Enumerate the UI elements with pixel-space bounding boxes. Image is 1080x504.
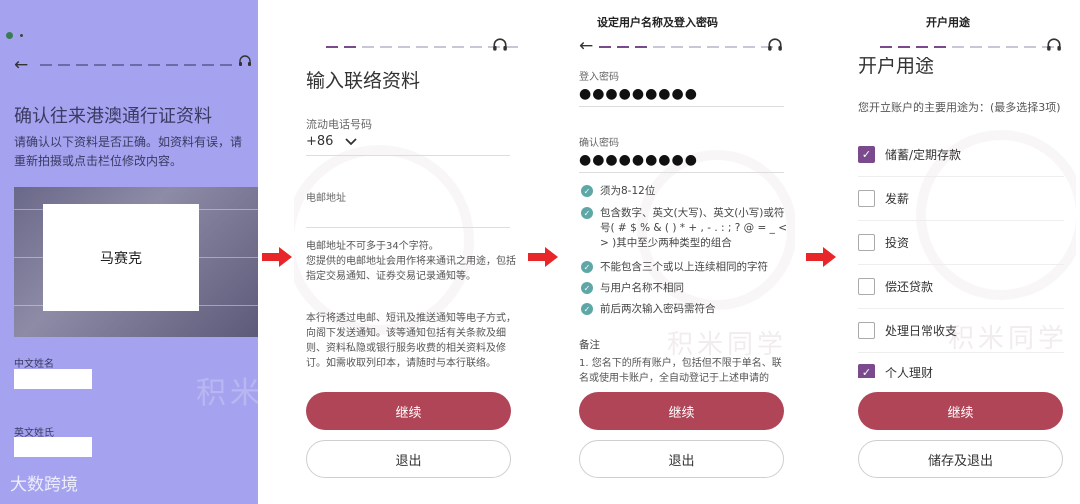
check-circle-icon: ✓ [581, 261, 593, 273]
progress-bar [326, 46, 518, 48]
headset-icon[interactable] [767, 38, 783, 54]
right-arrow-icon [528, 247, 558, 267]
status-dot-icon [20, 34, 23, 37]
password-rule: ✓ 前后两次输入密码需符合 [581, 302, 791, 317]
country-code-select[interactable]: +86 [306, 134, 358, 149]
chinese-name-label: 中文姓名 [14, 359, 54, 370]
email-note: 电邮地址不可多于34个字符。 您提供的电邮地址会用作将来通讯之用途，包括指定交易… [306, 241, 516, 282]
check-circle-icon: ✓ [581, 207, 593, 219]
password-rule: ✓ 与用户名称不相同 [581, 281, 791, 296]
chinese-name-field[interactable] [14, 369, 92, 389]
purpose-option[interactable]: 偿还贷款 [858, 265, 1064, 309]
continue-button[interactable]: 继续 [858, 392, 1063, 430]
english-surname-field[interactable] [14, 437, 92, 457]
checkbox-icon[interactable] [858, 322, 875, 339]
password-rule: ✓ 须为8-12位 [581, 184, 791, 199]
page-header: 设定用户名称及登入密码 [597, 16, 718, 29]
page-title: 输入联络资料 [306, 70, 421, 92]
save-exit-button[interactable]: 储存及退出 [858, 440, 1063, 478]
purpose-option[interactable]: ✓ 个人理财 [858, 364, 1064, 378]
purpose-option[interactable]: ✓ 储蓄/定期存款 [858, 133, 1064, 177]
mosaic-box: 马赛克 [43, 204, 199, 311]
email-label: 电邮地址 [306, 193, 346, 204]
right-arrow-icon [262, 247, 292, 267]
progress-bar [880, 46, 1054, 48]
email-input-underline[interactable] [306, 227, 510, 228]
check-circle-icon: ✓ [581, 282, 593, 294]
page-title: 确认往来港澳通行证资料 [14, 106, 212, 127]
back-arrow-icon[interactable]: ← [14, 55, 28, 75]
password-rule: ✓ 不能包含三个或以上连续相同的字符 [581, 260, 791, 275]
notice-text: 本行将透过电邮、短讯及推送通知等电子方式，向阁下发送通知。该等通知包括有关条款及… [306, 313, 516, 369]
purpose-option[interactable]: 投资 [858, 221, 1064, 265]
status-indicator-icon [6, 32, 13, 39]
checkbox-icon[interactable] [858, 190, 875, 207]
continue-button[interactable]: 继续 [306, 392, 511, 430]
account-purpose-screen: 开户用途 开户用途 您开立账户的主要用途为：(最多选择3项) ✓ 储蓄/定期存款… [846, 0, 1076, 504]
check-circle-icon: ✓ [581, 185, 593, 197]
purpose-option[interactable]: 发薪 [858, 177, 1064, 221]
checkbox-icon[interactable] [858, 234, 875, 251]
brand-watermark: 大数跨境 [10, 475, 78, 495]
divider [306, 155, 510, 156]
divider [579, 172, 784, 173]
remarks-label: 备注 [579, 339, 600, 351]
watermark: 积米同学 [196, 376, 258, 411]
exit-button[interactable]: 退出 [306, 440, 511, 478]
purpose-question: 您开立账户的主要用途为：(最多选择3项) [858, 101, 1061, 114]
passport-confirm-screen: ← 确认往来港澳通行证资料 请确认以下资料是否正确。如资料有误，请重新拍摄或点击… [0, 0, 258, 504]
page-header: 开户用途 [926, 16, 970, 29]
page-title: 开户用途 [858, 57, 935, 75]
back-arrow-icon[interactable]: ← [579, 36, 593, 56]
contact-info-screen: 输入联络资料 流动电话号码 +86 电邮地址 电邮地址不可多于34个字符。 您提… [294, 0, 524, 504]
chevron-down-icon [345, 137, 358, 145]
checkbox-checked-icon[interactable]: ✓ [858, 364, 875, 378]
purpose-option-clip: ✓ 个人理财 [858, 360, 1064, 378]
country-code-value: +86 [306, 134, 334, 149]
right-arrow-icon [806, 247, 836, 267]
headset-icon[interactable] [1046, 38, 1062, 54]
login-password-label: 登入密码 [579, 72, 619, 83]
checkbox-icon[interactable] [858, 278, 875, 295]
progress-bar [599, 46, 773, 48]
progress-bar [40, 64, 232, 66]
page-title-clip: 开户用途 [858, 57, 1058, 75]
password-setup-screen: 设定用户名称及登入密码 ← 登入密码 ●●●●●●●●● 确认密码 ●●●●●●… [567, 0, 795, 504]
login-password-field[interactable]: ●●●●●●●●● [579, 86, 698, 102]
page-description: 请确认以下资料是否正确。如资料有误，请重新拍摄或点击栏位修改内容。 [14, 135, 243, 168]
watermark: 积米同学 [667, 330, 788, 360]
continue-button[interactable]: 继续 [579, 392, 784, 430]
checkbox-checked-icon[interactable]: ✓ [858, 146, 875, 163]
headset-icon[interactable] [492, 38, 508, 54]
confirm-password-field[interactable]: ●●●●●●●●● [579, 152, 698, 168]
check-circle-icon: ✓ [581, 303, 593, 315]
watermark: 积米同学 [948, 324, 1069, 354]
phone-label: 流动电话号码 [306, 118, 372, 131]
headset-icon[interactable] [238, 55, 252, 69]
exit-button[interactable]: 退出 [579, 440, 784, 478]
confirm-password-label: 确认密码 [579, 138, 619, 149]
divider [579, 106, 784, 107]
password-rule: ✓ 包含数字、英文(大写)、英文(小写)或符号( # $ % & ( ) * +… [581, 206, 791, 251]
